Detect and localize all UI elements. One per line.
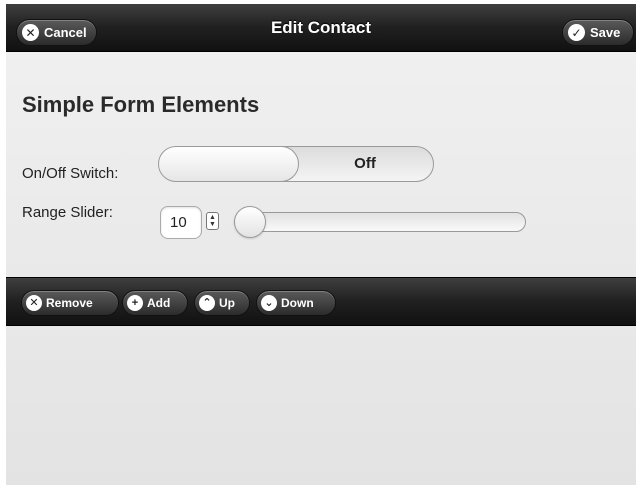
cancel-button[interactable]: ✕ Cancel bbox=[16, 19, 97, 46]
add-button-label: Add bbox=[147, 296, 171, 310]
switch-label: On/Off Switch: bbox=[22, 165, 119, 182]
remove-button[interactable]: ✕ Remove bbox=[21, 290, 119, 316]
app-window: Edit Contact ✕ Cancel ✓ Save Simple Form… bbox=[6, 4, 636, 485]
switch-handle[interactable] bbox=[159, 147, 299, 181]
chevron-up-icon: ⌃ bbox=[199, 295, 215, 311]
range-stepper[interactable]: ▲ ▼ bbox=[206, 212, 219, 230]
save-button[interactable]: ✓ Save bbox=[562, 19, 634, 46]
close-icon: ✕ bbox=[26, 295, 42, 311]
remove-button-label: Remove bbox=[46, 296, 93, 310]
range-value-input[interactable]: 10 bbox=[160, 206, 202, 239]
save-button-label: Save bbox=[590, 25, 621, 40]
range-label: Range Slider: bbox=[22, 204, 113, 221]
cancel-button-label: Cancel bbox=[44, 25, 87, 40]
range-slider-thumb[interactable] bbox=[234, 206, 266, 238]
footer-toolbar: ✕ Remove + Add ⌃ Up ⌄ Down bbox=[6, 277, 636, 326]
form-heading: Simple Form Elements bbox=[22, 92, 260, 117]
plus-icon: + bbox=[127, 295, 143, 311]
up-button[interactable]: ⌃ Up bbox=[194, 290, 250, 316]
down-button-label: Down bbox=[281, 296, 314, 310]
add-button[interactable]: + Add bbox=[122, 290, 188, 316]
close-icon: ✕ bbox=[22, 24, 39, 41]
switch-state-label: Off bbox=[354, 155, 376, 172]
chevron-down-icon: ⌄ bbox=[261, 295, 277, 311]
checkmark-icon: ✓ bbox=[568, 24, 585, 41]
up-button-label: Up bbox=[219, 296, 235, 310]
range-slider-track[interactable] bbox=[234, 212, 526, 232]
header-toolbar: Edit Contact ✕ Cancel ✓ Save bbox=[6, 4, 636, 52]
on-off-switch[interactable]: Off bbox=[158, 146, 434, 182]
page-title: Edit Contact bbox=[270, 18, 372, 37]
down-button[interactable]: ⌄ Down bbox=[256, 290, 336, 316]
